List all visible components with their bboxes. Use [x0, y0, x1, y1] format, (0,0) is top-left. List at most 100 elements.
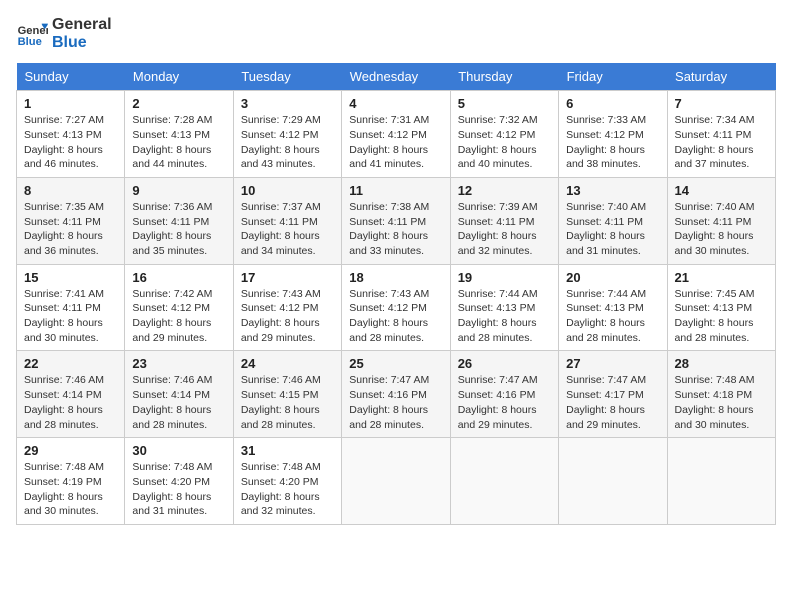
- day-number: 3: [241, 96, 334, 111]
- daylight-text: Daylight: 8 hours and 43 minutes.: [241, 143, 334, 172]
- calendar-week-4: 22 Sunrise: 7:46 AM Sunset: 4:14 PM Dayl…: [17, 351, 776, 438]
- sunrise-text: Sunrise: 7:48 AM: [132, 460, 225, 475]
- day-cell-4: 4 Sunrise: 7:31 AM Sunset: 4:12 PM Dayli…: [342, 91, 450, 178]
- day-cell-25: 25 Sunrise: 7:47 AM Sunset: 4:16 PM Dayl…: [342, 351, 450, 438]
- day-number: 18: [349, 270, 442, 285]
- day-header-monday: Monday: [125, 63, 233, 91]
- sunrise-text: Sunrise: 7:47 AM: [458, 373, 551, 388]
- daylight-text: Daylight: 8 hours and 32 minutes.: [458, 229, 551, 258]
- day-header-saturday: Saturday: [667, 63, 775, 91]
- calendar-week-3: 15 Sunrise: 7:41 AM Sunset: 4:11 PM Dayl…: [17, 264, 776, 351]
- day-info: Sunrise: 7:43 AM Sunset: 4:12 PM Dayligh…: [241, 287, 334, 346]
- daylight-text: Daylight: 8 hours and 30 minutes.: [24, 316, 117, 345]
- day-cell-2: 2 Sunrise: 7:28 AM Sunset: 4:13 PM Dayli…: [125, 91, 233, 178]
- day-number: 10: [241, 183, 334, 198]
- day-info: Sunrise: 7:46 AM Sunset: 4:15 PM Dayligh…: [241, 373, 334, 432]
- sunrise-text: Sunrise: 7:28 AM: [132, 113, 225, 128]
- sunset-text: Sunset: 4:12 PM: [241, 301, 334, 316]
- sunrise-text: Sunrise: 7:38 AM: [349, 200, 442, 215]
- sunrise-text: Sunrise: 7:48 AM: [24, 460, 117, 475]
- sunset-text: Sunset: 4:11 PM: [132, 215, 225, 230]
- day-cell-11: 11 Sunrise: 7:38 AM Sunset: 4:11 PM Dayl…: [342, 177, 450, 264]
- sunset-text: Sunset: 4:13 PM: [24, 128, 117, 143]
- day-number: 16: [132, 270, 225, 285]
- day-info: Sunrise: 7:46 AM Sunset: 4:14 PM Dayligh…: [24, 373, 117, 432]
- sunset-text: Sunset: 4:11 PM: [24, 215, 117, 230]
- sunset-text: Sunset: 4:20 PM: [132, 475, 225, 490]
- sunset-text: Sunset: 4:12 PM: [132, 301, 225, 316]
- sunrise-text: Sunrise: 7:40 AM: [566, 200, 659, 215]
- sunset-text: Sunset: 4:12 PM: [349, 128, 442, 143]
- day-info: Sunrise: 7:40 AM Sunset: 4:11 PM Dayligh…: [566, 200, 659, 259]
- daylight-text: Daylight: 8 hours and 33 minutes.: [349, 229, 442, 258]
- day-cell-3: 3 Sunrise: 7:29 AM Sunset: 4:12 PM Dayli…: [233, 91, 341, 178]
- day-number: 12: [458, 183, 551, 198]
- daylight-text: Daylight: 8 hours and 34 minutes.: [241, 229, 334, 258]
- day-cell-5: 5 Sunrise: 7:32 AM Sunset: 4:12 PM Dayli…: [450, 91, 558, 178]
- day-cell-6: 6 Sunrise: 7:33 AM Sunset: 4:12 PM Dayli…: [559, 91, 667, 178]
- sunrise-text: Sunrise: 7:39 AM: [458, 200, 551, 215]
- day-cell-20: 20 Sunrise: 7:44 AM Sunset: 4:13 PM Dayl…: [559, 264, 667, 351]
- day-number: 7: [675, 96, 768, 111]
- daylight-text: Daylight: 8 hours and 29 minutes.: [566, 403, 659, 432]
- day-header-sunday: Sunday: [17, 63, 125, 91]
- daylight-text: Daylight: 8 hours and 35 minutes.: [132, 229, 225, 258]
- daylight-text: Daylight: 8 hours and 29 minutes.: [458, 403, 551, 432]
- sunset-text: Sunset: 4:12 PM: [349, 301, 442, 316]
- day-number: 1: [24, 96, 117, 111]
- sunrise-text: Sunrise: 7:46 AM: [24, 373, 117, 388]
- day-info: Sunrise: 7:43 AM Sunset: 4:12 PM Dayligh…: [349, 287, 442, 346]
- empty-cell: [450, 438, 558, 525]
- day-info: Sunrise: 7:33 AM Sunset: 4:12 PM Dayligh…: [566, 113, 659, 172]
- daylight-text: Daylight: 8 hours and 30 minutes.: [24, 490, 117, 519]
- sunrise-text: Sunrise: 7:48 AM: [675, 373, 768, 388]
- sunrise-text: Sunrise: 7:31 AM: [349, 113, 442, 128]
- sunset-text: Sunset: 4:11 PM: [458, 215, 551, 230]
- day-info: Sunrise: 7:48 AM Sunset: 4:20 PM Dayligh…: [241, 460, 334, 519]
- day-info: Sunrise: 7:44 AM Sunset: 4:13 PM Dayligh…: [566, 287, 659, 346]
- day-info: Sunrise: 7:32 AM Sunset: 4:12 PM Dayligh…: [458, 113, 551, 172]
- daylight-text: Daylight: 8 hours and 29 minutes.: [241, 316, 334, 345]
- day-cell-19: 19 Sunrise: 7:44 AM Sunset: 4:13 PM Dayl…: [450, 264, 558, 351]
- day-cell-8: 8 Sunrise: 7:35 AM Sunset: 4:11 PM Dayli…: [17, 177, 125, 264]
- sunset-text: Sunset: 4:13 PM: [566, 301, 659, 316]
- sunset-text: Sunset: 4:13 PM: [458, 301, 551, 316]
- sunset-text: Sunset: 4:16 PM: [349, 388, 442, 403]
- day-info: Sunrise: 7:37 AM Sunset: 4:11 PM Dayligh…: [241, 200, 334, 259]
- sunrise-text: Sunrise: 7:27 AM: [24, 113, 117, 128]
- day-header-friday: Friday: [559, 63, 667, 91]
- day-info: Sunrise: 7:38 AM Sunset: 4:11 PM Dayligh…: [349, 200, 442, 259]
- sunrise-text: Sunrise: 7:29 AM: [241, 113, 334, 128]
- sunrise-text: Sunrise: 7:43 AM: [241, 287, 334, 302]
- empty-cell: [342, 438, 450, 525]
- sunset-text: Sunset: 4:12 PM: [241, 128, 334, 143]
- daylight-text: Daylight: 8 hours and 41 minutes.: [349, 143, 442, 172]
- daylight-text: Daylight: 8 hours and 32 minutes.: [241, 490, 334, 519]
- sunrise-text: Sunrise: 7:48 AM: [241, 460, 334, 475]
- day-number: 30: [132, 443, 225, 458]
- sunset-text: Sunset: 4:17 PM: [566, 388, 659, 403]
- day-number: 21: [675, 270, 768, 285]
- day-number: 19: [458, 270, 551, 285]
- daylight-text: Daylight: 8 hours and 28 minutes.: [349, 403, 442, 432]
- day-info: Sunrise: 7:47 AM Sunset: 4:16 PM Dayligh…: [458, 373, 551, 432]
- sunset-text: Sunset: 4:11 PM: [241, 215, 334, 230]
- day-number: 5: [458, 96, 551, 111]
- sunrise-text: Sunrise: 7:43 AM: [349, 287, 442, 302]
- day-info: Sunrise: 7:34 AM Sunset: 4:11 PM Dayligh…: [675, 113, 768, 172]
- day-info: Sunrise: 7:48 AM Sunset: 4:20 PM Dayligh…: [132, 460, 225, 519]
- daylight-text: Daylight: 8 hours and 31 minutes.: [132, 490, 225, 519]
- sunrise-text: Sunrise: 7:45 AM: [675, 287, 768, 302]
- sunrise-text: Sunrise: 7:35 AM: [24, 200, 117, 215]
- day-cell-29: 29 Sunrise: 7:48 AM Sunset: 4:19 PM Dayl…: [17, 438, 125, 525]
- day-cell-24: 24 Sunrise: 7:46 AM Sunset: 4:15 PM Dayl…: [233, 351, 341, 438]
- day-number: 28: [675, 356, 768, 371]
- daylight-text: Daylight: 8 hours and 28 minutes.: [24, 403, 117, 432]
- sunset-text: Sunset: 4:14 PM: [24, 388, 117, 403]
- page-header: General Blue General Blue: [16, 16, 776, 51]
- sunset-text: Sunset: 4:12 PM: [458, 128, 551, 143]
- sunset-text: Sunset: 4:13 PM: [132, 128, 225, 143]
- daylight-text: Daylight: 8 hours and 37 minutes.: [675, 143, 768, 172]
- day-info: Sunrise: 7:48 AM Sunset: 4:19 PM Dayligh…: [24, 460, 117, 519]
- sunset-text: Sunset: 4:11 PM: [349, 215, 442, 230]
